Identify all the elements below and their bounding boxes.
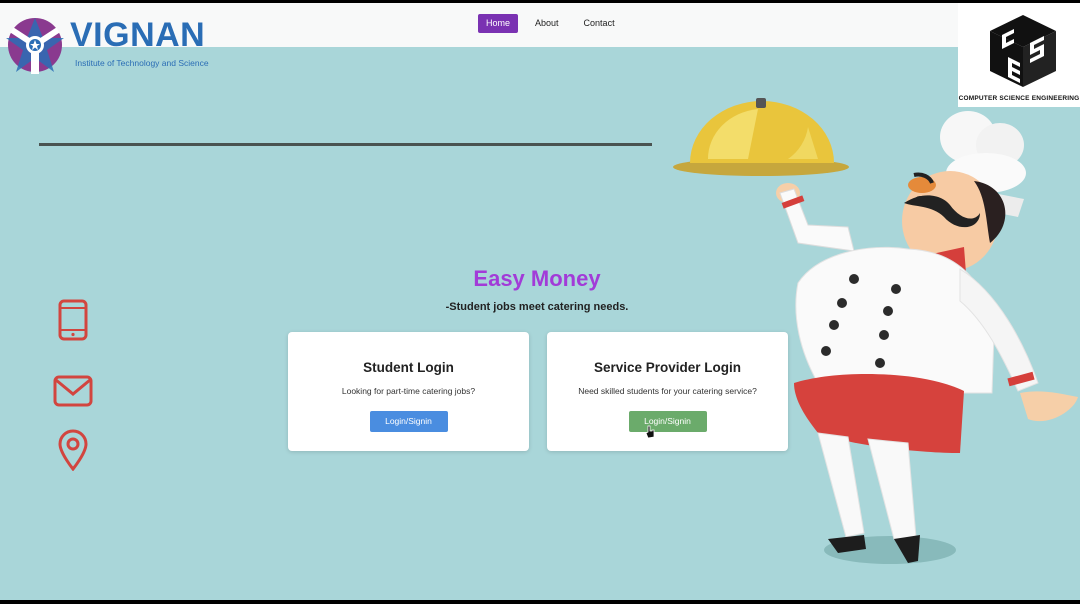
hero-title: Easy Money xyxy=(473,266,601,291)
chef-illustration xyxy=(673,98,1078,564)
cse-dept-logo: COMPUTER SCIENCE ENGINEERING xyxy=(958,3,1080,107)
mail-icon[interactable] xyxy=(53,375,93,407)
vignan-logo[interactable]: VIGNAN Institute of Technology and Scien… xyxy=(6,15,226,75)
student-login-button[interactable]: Login/Signin xyxy=(369,411,448,432)
card-text: Looking for part-time catering jobs? xyxy=(341,386,476,396)
brand-tagline: Institute of Technology and Science xyxy=(75,58,209,68)
vignan-emblem-icon xyxy=(6,18,64,74)
student-login-card: Student Login Looking for part-time cate… xyxy=(288,332,529,451)
nav-home[interactable]: Home xyxy=(478,14,519,33)
nav-contact[interactable]: Contact xyxy=(576,14,623,33)
nav-about[interactable]: About xyxy=(527,14,567,33)
brand-name: VIGNAN xyxy=(70,16,206,54)
card-title: Student Login xyxy=(363,360,454,375)
mouse-cursor-icon xyxy=(645,425,655,439)
page: VIGNAN Institute of Technology and Scien… xyxy=(0,3,1080,600)
location-pin-icon[interactable] xyxy=(57,429,89,471)
divider-line xyxy=(39,143,652,146)
hero-subtitle: -Student jobs meet catering needs. xyxy=(445,301,629,313)
main-nav: Home About Contact xyxy=(478,14,632,33)
phone-icon[interactable] xyxy=(58,299,88,341)
cse-cube-icon xyxy=(990,15,1056,87)
